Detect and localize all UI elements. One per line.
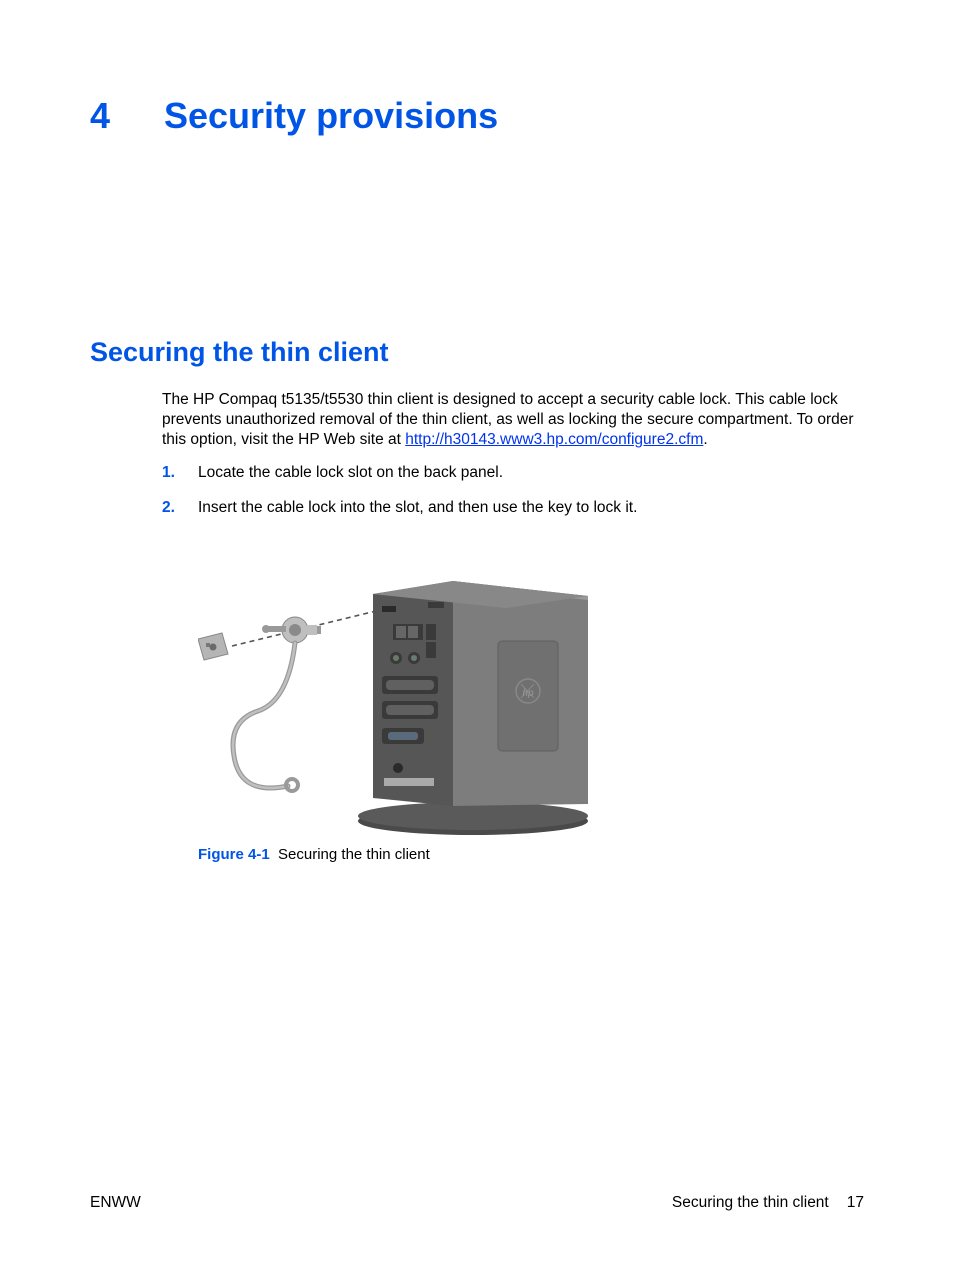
thin-client-illustration: hp [198,546,628,836]
chapter-title-text: Security provisions [164,95,498,136]
wall-anchor-icon [198,633,228,660]
step-2-number: 2. [162,498,175,518]
hp-configure-link[interactable]: http://h30143.www3.hp.com/configure2.cfm [405,431,703,448]
steps-list: 1. Locate the cable lock slot on the bac… [162,463,864,517]
step-1-text: Locate the cable lock slot on the back p… [198,464,503,481]
figure-caption-text: Securing the thin client [278,846,430,863]
figure-label: Figure 4-1 [198,846,270,863]
footer-section-name: Securing the thin client [672,1194,829,1212]
footer-left: ENWW [90,1194,141,1212]
footer-page-number: 17 [847,1194,864,1212]
intro-paragraph: The HP Compaq t5135/t5530 thin client is… [162,390,864,449]
step-1: 1. Locate the cable lock slot on the bac… [162,463,864,483]
step-2: 2. Insert the cable lock into the slot, … [162,498,864,518]
figure-4-1: hp [198,546,864,836]
page-footer: ENWW Securing the thin client 17 [90,1194,864,1212]
figure-caption: Figure 4-1 Securing the thin client [198,846,864,863]
step-1-number: 1. [162,463,175,483]
section-title: Securing the thin client [90,337,864,368]
step-2-text: Insert the cable lock into the slot, and… [198,499,637,516]
lock-icon [262,617,321,643]
chapter-number: 4 [90,95,164,137]
svg-text:hp: hp [522,688,534,699]
chapter-title: 4Security provisions [90,95,864,137]
para-text-2: . [703,431,707,448]
